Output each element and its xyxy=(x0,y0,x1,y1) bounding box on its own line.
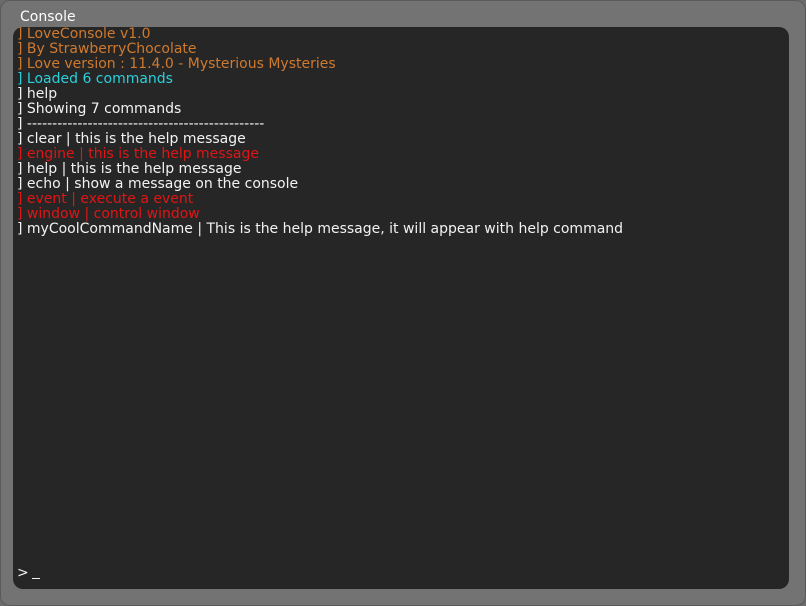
log-line: ] engine | this is the help message xyxy=(17,146,259,162)
title-bar[interactable]: Console xyxy=(1,1,806,27)
log-line: ] event | execute a event xyxy=(17,191,194,207)
console-input[interactable]: > xyxy=(17,565,40,581)
console-output-area[interactable]: ] LoveConsole v1.0] By StrawberryChocola… xyxy=(13,27,789,589)
window-title: Console xyxy=(20,9,76,25)
log-line: ] By StrawberryChocolate xyxy=(17,41,197,57)
console-window: Console ] LoveConsole v1.0] By Strawberr… xyxy=(0,0,806,606)
prompt-symbol: > xyxy=(17,565,29,581)
log-line: ] LoveConsole v1.0 xyxy=(17,27,151,42)
log-line: ] echo | show a message on the console xyxy=(17,176,299,192)
log-line: ] Showing 7 commands xyxy=(17,101,182,117)
log-line: ] window | control window xyxy=(17,206,200,222)
log-line: ] help | this is the help message xyxy=(17,161,242,177)
log-line: ] --------------------------------------… xyxy=(17,116,265,132)
text-cursor xyxy=(31,578,40,579)
log-line: ] myCoolCommandName | This is the help m… xyxy=(17,221,624,237)
log-line: ] clear | this is the help message xyxy=(17,131,246,147)
log-line: ] help xyxy=(17,86,58,102)
console-log: ] LoveConsole v1.0] By StrawberryChocola… xyxy=(17,27,623,237)
log-line: ] Loaded 6 commands xyxy=(17,71,173,87)
log-line: ] Love version : 11.4.0 - Mysterious Mys… xyxy=(17,56,336,72)
